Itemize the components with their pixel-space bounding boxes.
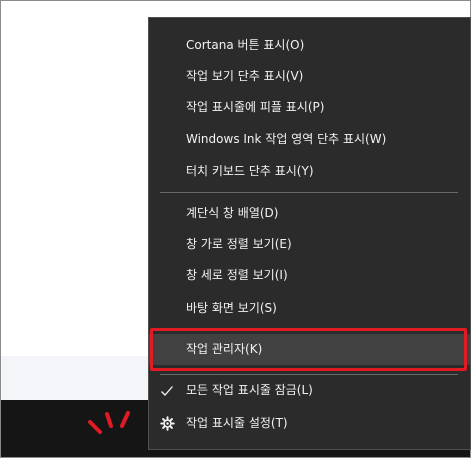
menu-item-label: 터치 키보드 단추 표시(Y) [186, 164, 314, 178]
menu-item-label: 작업 관리자(K) [186, 342, 263, 356]
menu-item-label: 작업 표시줄에 피플 표시(P) [186, 100, 325, 114]
taskbar-context-menu: Cortana 버튼 표시(O) 작업 보기 단추 표시(V) 작업 표시줄에 … [148, 17, 471, 450]
menu-item-label: 창 세로 정렬 보기(I) [186, 268, 288, 282]
menu-item-label: 계단식 창 배열(D) [186, 206, 279, 220]
menu-separator [160, 192, 458, 193]
menu-item-label: Cortana 버튼 표시(O) [186, 38, 305, 52]
menu-item-lock-all-taskbars[interactable]: 모든 작업 표시줄 잠금(L) [149, 375, 470, 406]
menu-item-label: 모든 작업 표시줄 잠금(L) [186, 383, 313, 397]
menu-item-label: Windows Ink 작업 영역 단추 표시(W) [186, 132, 387, 146]
menu-separator [160, 328, 458, 329]
menu-item-label: 창 가로 정렬 보기(E) [186, 237, 292, 251]
menu-item-show-people[interactable]: 작업 표시줄에 피플 표시(P) [149, 92, 470, 123]
checkmark-icon [161, 386, 173, 396]
menu-item-taskbar-settings[interactable]: 작업 표시줄 설정(T) [149, 408, 470, 439]
menu-item-show-touch-keyboard-button[interactable]: 터치 키보드 단추 표시(Y) [149, 156, 470, 187]
click-annotation-marks [88, 411, 130, 434]
menu-item-task-manager[interactable]: 작업 관리자(K) [149, 334, 470, 365]
menu-item-label: 작업 표시줄 설정(T) [186, 416, 288, 430]
gear-icon [160, 416, 175, 431]
menu-item-cascade-windows[interactable]: 계단식 창 배열(D) [149, 198, 470, 229]
menu-item-label: 작업 보기 단추 표시(V) [186, 69, 304, 83]
menu-item-show-cortana-button[interactable]: Cortana 버튼 표시(O) [149, 30, 470, 61]
menu-item-show-windows-side-by-side[interactable]: 창 세로 정렬 보기(I) [149, 260, 470, 291]
menu-item-show-windows-stacked[interactable]: 창 가로 정렬 보기(E) [149, 229, 470, 260]
menu-item-label: 바탕 화면 보기(S) [186, 301, 277, 315]
menu-item-show-desktop[interactable]: 바탕 화면 보기(S) [149, 293, 470, 324]
menu-item-show-task-view-button[interactable]: 작업 보기 단추 표시(V) [149, 61, 470, 92]
menu-item-show-windows-ink-button[interactable]: Windows Ink 작업 영역 단추 표시(W) [149, 124, 470, 155]
